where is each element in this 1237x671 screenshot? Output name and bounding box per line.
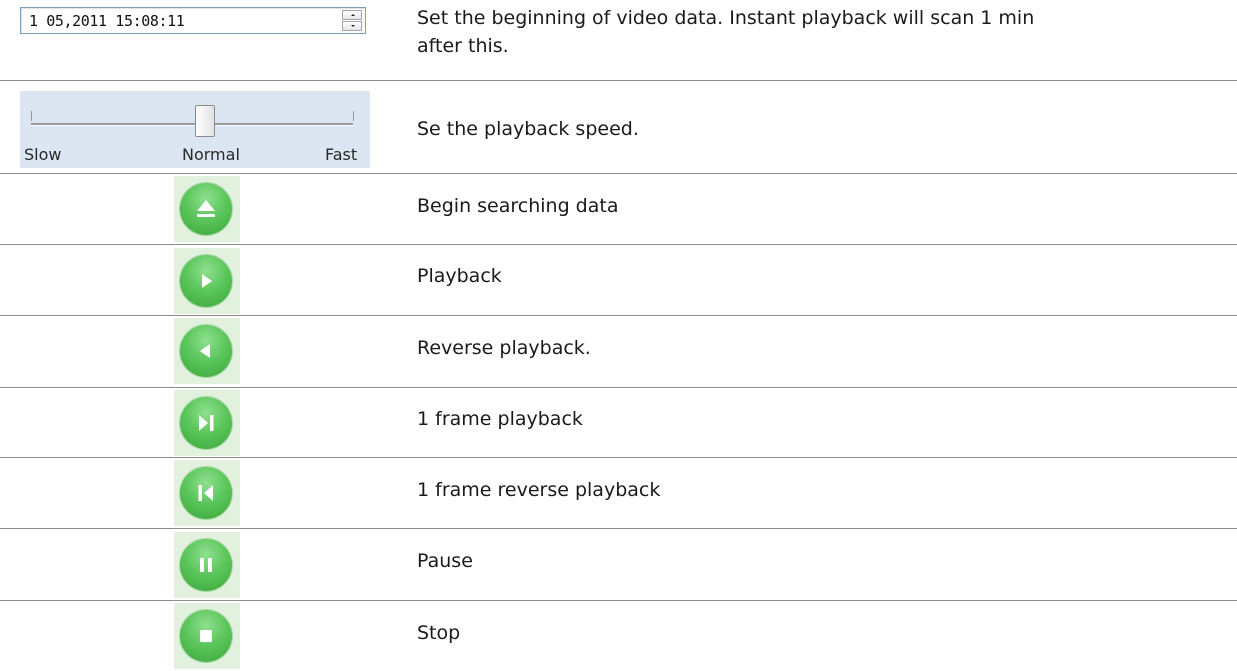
reverse-play-button[interactable] — [174, 318, 240, 384]
pause-icon — [200, 558, 212, 572]
slider-label-fast: Fast — [325, 145, 358, 164]
datetime-value[interactable]: 1 05,2011 15:08:11 — [29, 12, 185, 30]
button-circle — [180, 610, 232, 662]
speed-description: Se the playback speed. — [417, 118, 639, 140]
step-forward-icon — [199, 415, 214, 431]
arrow-up-icon — [351, 14, 355, 16]
button-circle — [180, 539, 232, 591]
spin-up-button[interactable] — [342, 10, 362, 20]
button-circle — [180, 397, 232, 449]
slider-label-normal: Normal — [182, 145, 240, 164]
step-back-icon — [198, 485, 213, 501]
speed-slider[interactable]: Slow Normal Fast — [20, 91, 370, 168]
slider-thumb[interactable] — [195, 105, 215, 137]
divider — [0, 528, 1237, 529]
slider-track[interactable] — [31, 123, 353, 126]
divider — [0, 80, 1237, 81]
divider — [0, 387, 1237, 388]
step-back-button[interactable] — [174, 460, 240, 526]
step-back-description: 1 frame reverse playback — [417, 479, 661, 501]
slider-tick — [353, 111, 354, 121]
play-button[interactable] — [174, 248, 240, 314]
play-description: Playback — [417, 265, 502, 287]
button-circle — [180, 325, 232, 377]
stop-description: Stop — [417, 622, 461, 644]
button-circle — [180, 255, 232, 307]
divider — [0, 315, 1237, 316]
eject-description: Begin searching data — [417, 195, 619, 217]
stop-icon — [200, 630, 212, 642]
play-icon — [202, 274, 212, 288]
divider — [0, 173, 1237, 174]
stop-button[interactable] — [174, 603, 240, 669]
datetime-description-line1: Set the beginning of video data. Instant… — [417, 7, 1035, 29]
slider-label-slow: Slow — [24, 145, 62, 164]
divider — [0, 600, 1237, 601]
eject-button[interactable] — [174, 176, 240, 242]
datetime-description-line2: after this. — [417, 35, 509, 57]
reverse-play-icon — [200, 344, 210, 358]
divider — [0, 244, 1237, 245]
step-forward-description: 1 frame playback — [417, 408, 583, 430]
spin-down-button[interactable] — [342, 21, 362, 31]
datetime-spinbox[interactable]: 1 05,2011 15:08:11 — [20, 7, 366, 34]
step-forward-button[interactable] — [174, 390, 240, 456]
button-circle — [180, 183, 232, 235]
pause-button[interactable] — [174, 532, 240, 598]
pause-description: Pause — [417, 550, 473, 572]
reverse-play-description: Reverse playback. — [417, 337, 591, 359]
spin-buttons — [342, 10, 362, 31]
arrow-down-icon — [351, 25, 355, 27]
divider — [0, 457, 1237, 458]
slider-tick — [31, 111, 32, 121]
eject-icon — [197, 200, 215, 217]
button-circle — [180, 467, 232, 519]
